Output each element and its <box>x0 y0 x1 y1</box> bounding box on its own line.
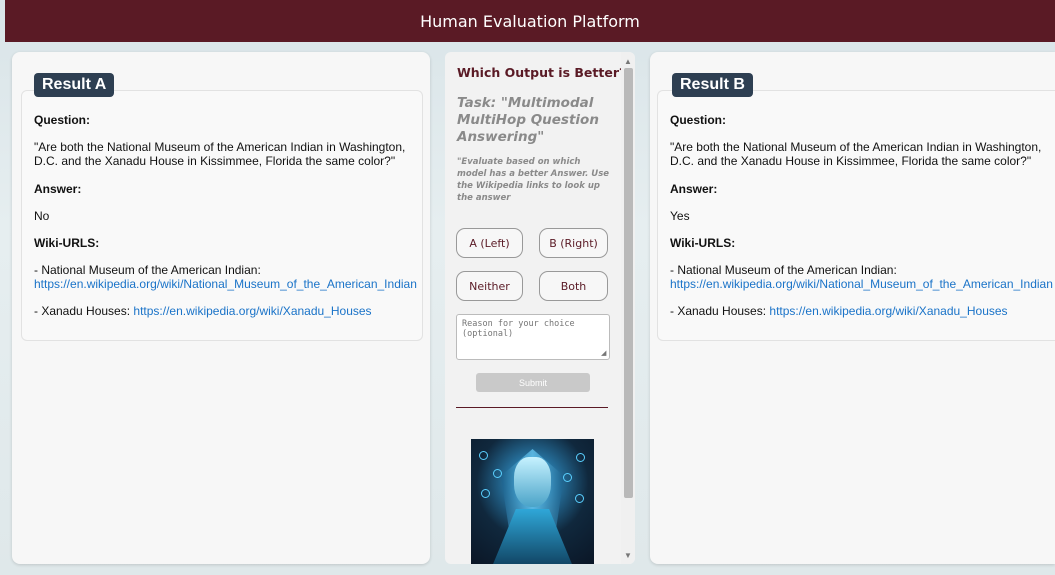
question-label: Question: <box>34 113 90 127</box>
question-text: "Are both the National Museum of the Ame… <box>670 140 1042 168</box>
divider <box>456 407 608 408</box>
choice-both-button[interactable]: Both <box>539 271 608 301</box>
wiki-link[interactable]: https://en.wikipedia.org/wiki/Xanadu_Hou… <box>133 304 371 318</box>
result-b-panel: Question: "Are both the National Museum … <box>650 52 1055 564</box>
app-header: Human Evaluation Platform <box>5 0 1055 42</box>
result-a-badge: Result A <box>34 73 115 97</box>
comparison-heading: Which Output is Better? <box>457 65 627 80</box>
wiki-entry-label: - National Museum of the American Indian… <box>34 263 261 278</box>
wiki-entry-label: - Xanadu Houses: <box>670 303 767 318</box>
ai-pharaoh-image <box>471 439 594 564</box>
comparison-panel: Which Output is Better? Task: "Multimoda… <box>445 52 635 564</box>
choice-b-button[interactable]: B (Right) <box>539 228 608 258</box>
result-a-panel: Question: "Are both the National Museum … <box>12 52 430 564</box>
result-a-card: Question: "Are both the National Museum … <box>21 90 423 341</box>
scroll-down-icon[interactable]: ▼ <box>621 548 635 562</box>
answer-text: No <box>34 208 50 223</box>
choice-neither-button[interactable]: Neither <box>456 271 523 301</box>
wiki-entry: - Xanadu Houses: https://en.wikipedia.or… <box>34 303 410 319</box>
wiki-entry: - National Museum of the American Indian… <box>34 263 417 292</box>
resize-handle-icon[interactable]: ◢ <box>601 350 609 358</box>
wiki-entry: - Xanadu Houses: https://en.wikipedia.or… <box>670 303 1043 319</box>
result-b-badge: Result B <box>672 73 753 97</box>
wiki-urls-label: Wiki-URLS: <box>670 236 736 251</box>
question-label: Question: <box>670 113 726 127</box>
answer-label: Answer: <box>670 181 718 196</box>
question-text: "Are both the National Museum of the Ame… <box>34 140 406 168</box>
scroll-thumb[interactable] <box>624 68 633 498</box>
wiki-entry-label: - Xanadu Houses: <box>34 303 131 318</box>
wiki-entry: - National Museum of the American Indian… <box>670 263 1053 292</box>
task-title: Task: "Multimodal MultiHop Question Answ… <box>457 95 599 145</box>
app-title: Human Evaluation Platform <box>420 11 640 31</box>
result-b-card: Question: "Are both the National Museum … <box>657 90 1055 341</box>
task-description: "Evaluate based on which model has a bet… <box>457 157 610 203</box>
wiki-link[interactable]: https://en.wikipedia.org/wiki/National_M… <box>34 277 417 291</box>
wiki-urls-label: Wiki-URLS: <box>34 236 100 251</box>
wiki-link[interactable]: https://en.wikipedia.org/wiki/Xanadu_Hou… <box>769 304 1007 318</box>
answer-text: Yes <box>670 208 690 223</box>
submit-button[interactable]: Submit <box>476 373 590 392</box>
choice-a-button[interactable]: A (Left) <box>456 228 523 258</box>
wiki-entry-label: - National Museum of the American Indian… <box>670 263 897 278</box>
center-scrollbar[interactable]: ▲ ▼ <box>621 52 635 564</box>
reason-input[interactable] <box>456 314 610 360</box>
scroll-up-icon[interactable]: ▲ <box>621 54 635 68</box>
answer-label: Answer: <box>34 181 82 196</box>
wiki-link[interactable]: https://en.wikipedia.org/wiki/National_M… <box>670 277 1053 291</box>
